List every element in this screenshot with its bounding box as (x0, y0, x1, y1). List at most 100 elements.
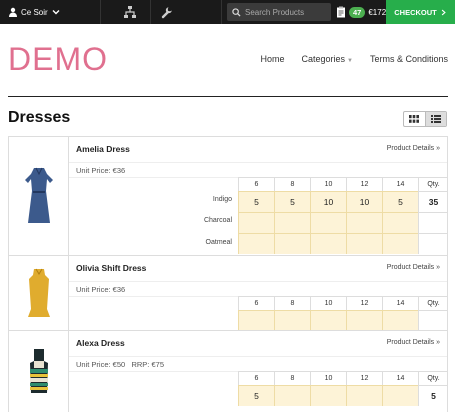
quantity-input[interactable] (238, 310, 274, 331)
row-qty-total: 35 (418, 191, 448, 212)
chevron-right-icon (441, 9, 446, 15)
nav-categories-label: Categories (301, 54, 346, 64)
dress-image (24, 167, 53, 223)
quantity-input[interactable] (274, 385, 310, 406)
cart-count-badge: 47 (349, 6, 366, 18)
qty-header: Qty. (418, 296, 448, 310)
caret-down-icon: ▼ (347, 58, 353, 64)
chevron-down-icon (52, 10, 60, 15)
quantity-input[interactable] (346, 310, 382, 331)
size-grid: 6 8 10 12 14 Qty. (238, 296, 448, 331)
quantity-input[interactable] (382, 212, 418, 233)
quantity-input[interactable] (274, 212, 310, 233)
cart-summary[interactable]: 47 €1726 (336, 0, 391, 24)
quantity-input[interactable]: 5 (382, 191, 418, 212)
main-nav: Home Categories ▼ Terms & Conditions (260, 54, 448, 64)
product-name[interactable]: Alexa Dress (76, 338, 125, 348)
quantity-input[interactable] (346, 385, 382, 406)
quantity-input[interactable] (238, 233, 274, 254)
product-row: Alexa Dress Product Details » Unit Price… (8, 330, 448, 412)
sitemap-icon[interactable] (123, 5, 137, 19)
quantity-input[interactable]: 5 (274, 191, 310, 212)
size-header: 8 (274, 296, 310, 310)
product-image[interactable] (9, 137, 69, 255)
size-header: 6 (238, 177, 274, 191)
quantity-input[interactable]: 10 (346, 191, 382, 212)
quantity-input[interactable] (310, 385, 346, 406)
nav-categories[interactable]: Categories ▼ (301, 54, 352, 64)
product-details-link[interactable]: Product Details » (387, 264, 440, 271)
row-qty-total (418, 233, 448, 254)
qty-header: Qty. (418, 177, 448, 191)
search-icon (232, 7, 241, 17)
row-qty-total (418, 310, 448, 331)
unit-price-value: Unit Price: €50 (76, 360, 126, 369)
size-grid: 6 8 10 12 14 Qty. 5 5 10 10 5 35 (238, 177, 448, 254)
grid-view-button[interactable] (404, 112, 425, 126)
brand-logo[interactable]: DEMO (8, 42, 108, 76)
size-header: 12 (346, 296, 382, 310)
product-details-link[interactable]: Product Details » (387, 339, 440, 346)
size-header: 8 (274, 177, 310, 191)
product-row: Amelia Dress Product Details » Unit Pric… (8, 136, 448, 255)
dress-image (29, 348, 48, 393)
size-header: 10 (310, 177, 346, 191)
nav-terms[interactable]: Terms & Conditions (370, 54, 448, 64)
size-header: 14 (382, 177, 418, 191)
quantity-input[interactable] (274, 233, 310, 254)
user-name: Ce Soir (21, 7, 48, 17)
quantity-input[interactable] (310, 212, 346, 233)
size-header: 10 (310, 371, 346, 385)
quantity-input[interactable]: 5 (238, 385, 274, 406)
product-row: Olivia Shift Dress Product Details » Uni… (8, 255, 448, 331)
quantity-input[interactable] (274, 310, 310, 331)
quantity-input[interactable] (310, 310, 346, 331)
quantity-input[interactable]: 10 (310, 191, 346, 212)
rrp-value: RRP: €75 (131, 360, 164, 369)
quantity-input[interactable] (382, 233, 418, 254)
product-name[interactable]: Amelia Dress (76, 144, 130, 154)
wrench-icon[interactable] (160, 5, 174, 19)
header-divider (8, 96, 448, 97)
quantity-input[interactable] (346, 233, 382, 254)
size-header: 10 (310, 296, 346, 310)
unit-price: Unit Price: €50 RRP: €75 (76, 360, 164, 369)
product-name[interactable]: Olivia Shift Dress (76, 263, 146, 273)
list-view-button[interactable] (424, 112, 446, 126)
size-header: 6 (238, 296, 274, 310)
dress-image (27, 268, 50, 317)
product-details-link[interactable]: Product Details » (387, 145, 440, 152)
page: Ce Soir Search Products 47 €1726 CHECKOU… (0, 0, 455, 412)
quantity-input[interactable]: 5 (238, 191, 274, 212)
quantity-input[interactable] (310, 233, 346, 254)
color-label: Oatmeal (205, 239, 232, 246)
page-title: Dresses (8, 109, 71, 126)
top-bar: Ce Soir Search Products 47 €1726 CHECKOU… (0, 0, 455, 24)
product-image[interactable] (9, 256, 69, 330)
qty-header: Qty. (418, 371, 448, 385)
grid-icon (409, 115, 420, 123)
checkout-button[interactable]: CHECKOUT (386, 0, 455, 24)
quantity-input[interactable] (382, 310, 418, 331)
size-grid: 6 8 10 12 14 Qty. 5 5 (238, 371, 448, 406)
size-header: 6 (238, 371, 274, 385)
account-menu[interactable]: Ce Soir (8, 0, 61, 24)
size-header: 12 (346, 177, 382, 191)
checkout-label: CHECKOUT (394, 7, 437, 17)
size-header: 14 (382, 296, 418, 310)
list-icon (430, 115, 441, 123)
row-qty-total (418, 212, 448, 233)
view-toggle (403, 111, 447, 127)
size-header: 12 (346, 371, 382, 385)
size-header: 8 (274, 371, 310, 385)
quantity-input[interactable] (238, 212, 274, 233)
clipboard-icon (337, 6, 345, 18)
quantity-input[interactable] (346, 212, 382, 233)
color-label: Indigo (212, 196, 232, 203)
product-image[interactable] (9, 331, 69, 412)
unit-price: Unit Price: €36 (76, 285, 126, 294)
search-placeholder: Search Products (245, 7, 305, 17)
nav-home[interactable]: Home (260, 54, 284, 64)
quantity-input[interactable] (382, 385, 418, 406)
search-input[interactable]: Search Products (227, 3, 331, 21)
